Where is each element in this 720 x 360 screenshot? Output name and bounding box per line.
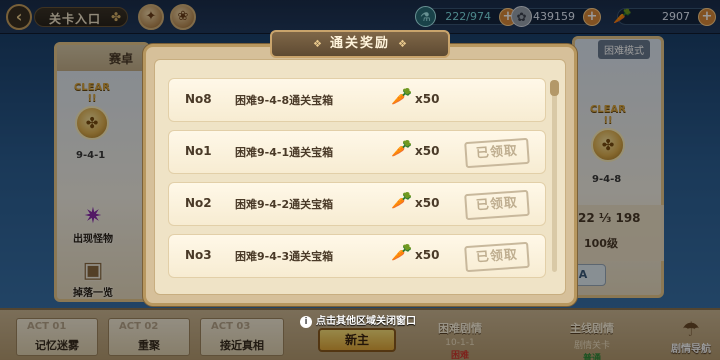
reward-row[interactable]: No2 困难9-4-2通关宝箱 🥕 x50 已领取 [168, 182, 546, 226]
ornament-icon: ❖ [398, 39, 407, 50]
close-hint-text: 点击其他区域关闭窗口 [316, 316, 416, 327]
modal-title-text: 通关奖励 [329, 36, 390, 51]
scroll-thumb[interactable] [550, 80, 559, 96]
reward-number: No3 [185, 248, 212, 262]
claimed-stamp: 已领取 [464, 189, 530, 221]
rewards-scrollbar[interactable] [552, 82, 557, 272]
reward-name: 困难9-4-1通关宝箱 [235, 146, 334, 159]
reward-quantity: x50 [415, 248, 440, 262]
carrot-icon: 🥕 [391, 243, 413, 263]
info-icon: i [300, 316, 312, 328]
carrot-icon: 🥕 [391, 87, 413, 107]
reward-quantity: x50 [415, 144, 440, 158]
carrot-icon: 🥕 [391, 139, 413, 159]
claimed-stamp: 已领取 [464, 137, 530, 169]
reward-number: No8 [185, 92, 212, 106]
carrot-icon: 🥕 [391, 191, 413, 211]
reward-name: 困难9-4-3通关宝箱 [235, 250, 334, 263]
modal-title: ❖ 通关奖励 ❖ [270, 30, 450, 58]
reward-row[interactable]: No3 困难9-4-3通关宝箱 🥕 x50 已领取 [168, 234, 546, 278]
reward-quantity: x50 [415, 196, 440, 210]
reward-row[interactable]: No8 困难9-4-8通关宝箱 🥕 x50 [168, 78, 546, 122]
claimed-stamp: 已领取 [464, 241, 530, 273]
reward-number: No1 [185, 144, 212, 158]
reward-number: No2 [185, 196, 212, 210]
reward-row[interactable]: No1 困难9-4-1通关宝箱 🥕 x50 已领取 [168, 130, 546, 174]
ornament-icon: ❖ [313, 39, 322, 50]
reward-name: 困难9-4-8通关宝箱 [235, 94, 334, 107]
reward-name: 困难9-4-2通关宝箱 [235, 198, 334, 211]
close-hint: i 点击其他区域关闭窗口 [300, 312, 416, 328]
reward-quantity: x50 [415, 92, 440, 106]
